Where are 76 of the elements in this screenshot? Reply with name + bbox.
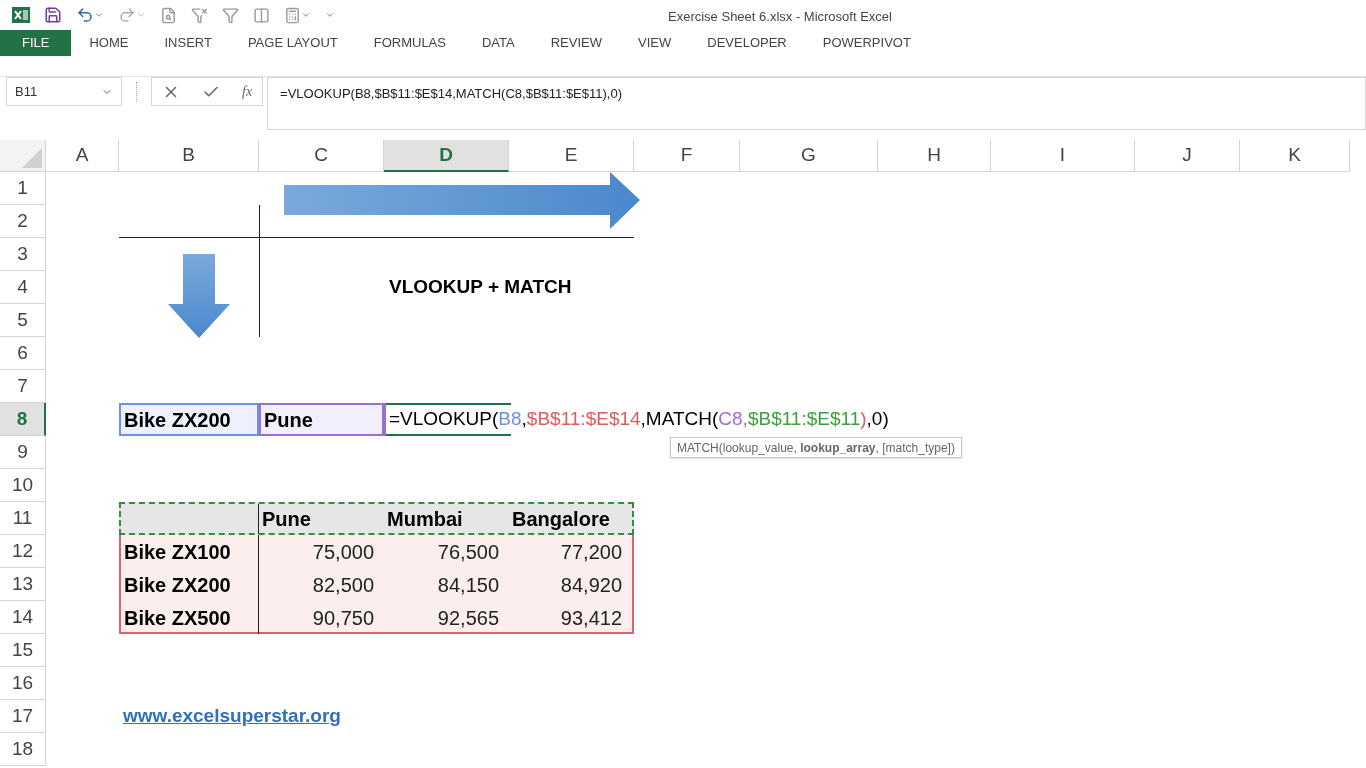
print-preview-icon[interactable] xyxy=(160,6,177,24)
ribbon-tab[interactable]: POWERPIVOT xyxy=(804,30,929,56)
column-header[interactable]: E xyxy=(509,140,634,172)
table-cell-text: 84,920 xyxy=(559,572,623,598)
column-header[interactable]: B xyxy=(119,140,259,172)
row-label: Bike ZX500 xyxy=(121,601,259,634)
row-header[interactable]: 3 xyxy=(0,238,46,271)
row-header[interactable]: 8 xyxy=(0,403,46,436)
row-header[interactable]: 14 xyxy=(0,601,46,634)
website-link[interactable]: www.excelsuperstar.org xyxy=(123,702,341,731)
table-cell[interactable]: Bike ZX200 xyxy=(119,403,259,436)
row-header[interactable]: 10 xyxy=(0,469,46,502)
column-header[interactable]: H xyxy=(878,140,991,172)
redo-icon[interactable] xyxy=(118,6,136,24)
caret-icon[interactable] xyxy=(94,10,104,20)
row-header[interactable]: 18 xyxy=(0,733,46,766)
column-header[interactable]: F xyxy=(634,140,740,172)
insert-function-button[interactable]: fx xyxy=(242,81,253,102)
excel-logo-icon xyxy=(12,6,30,24)
row-header[interactable]: 1 xyxy=(0,172,46,205)
row-label: Bike ZX100 xyxy=(121,535,259,568)
column-header[interactable]: C xyxy=(259,140,384,172)
row-header[interactable]: 2 xyxy=(0,205,46,238)
row-header[interactable]: 6 xyxy=(0,337,46,370)
formula-field[interactable]: =VLOOKUP(B8,$B$11:$E$14,MATCH(C8,$B$11:$E$11),0) xyxy=(267,77,1366,130)
column-header[interactable]: K xyxy=(1240,140,1350,172)
row-header[interactable]: 7 xyxy=(0,370,46,403)
column-heading: Mumbai xyxy=(386,507,464,532)
row-label: Bike ZX200 xyxy=(121,568,259,601)
caret-icon[interactable] xyxy=(301,10,311,20)
row-header[interactable]: 12 xyxy=(0,535,46,568)
table-cell-text: 76,500 xyxy=(436,539,500,565)
table-cell-text: 82,500 xyxy=(311,572,375,598)
filter-icon[interactable] xyxy=(222,6,239,24)
ribbon-tab[interactable]: FORMULAS xyxy=(355,30,464,56)
ribbon-tab[interactable]: HOME xyxy=(71,30,147,56)
ribbon-tab[interactable]: INSERT xyxy=(146,30,230,56)
column-heading: Pune xyxy=(261,507,312,532)
ribbon-tab[interactable]: VIEW xyxy=(620,30,690,56)
table-cell-text: 90,750 xyxy=(311,605,375,631)
table-cell[interactable]: Pune xyxy=(259,403,384,436)
table-cell-text: 93,412 xyxy=(559,605,623,631)
row-header[interactable]: 5 xyxy=(0,304,46,337)
row-header[interactable]: 17 xyxy=(0,700,46,733)
save-icon[interactable] xyxy=(44,6,62,24)
column-heading: Bangalore xyxy=(511,507,611,532)
column-header[interactable]: G xyxy=(740,140,878,172)
calculator-icon[interactable] xyxy=(284,6,301,24)
row-header[interactable]: 16 xyxy=(0,667,46,700)
row-header[interactable]: 15 xyxy=(0,634,46,667)
name-box[interactable]: B11 xyxy=(6,77,122,106)
ribbon-tab[interactable]: DATA xyxy=(463,30,533,56)
column-header[interactable]: I xyxy=(991,140,1135,172)
clear-filter-icon[interactable] xyxy=(191,6,208,24)
table-cell-text: 77,200 xyxy=(559,539,623,565)
customize-toolbar-icon[interactable] xyxy=(325,10,335,20)
function-tooltip: MATCH(lookup_value, lookup_array, [match_type]) xyxy=(670,437,962,458)
row-header[interactable]: 13 xyxy=(0,568,46,601)
row-header[interactable]: 4 xyxy=(0,271,46,304)
column-header[interactable]: D xyxy=(384,140,509,172)
row-header[interactable]: 11 xyxy=(0,502,46,535)
table-cell-text: 84,150 xyxy=(436,572,500,598)
ribbon-tab[interactable]: DEVELOPER xyxy=(689,30,805,56)
column-header[interactable]: J xyxy=(1135,140,1240,172)
ribbon-tab[interactable]: PAGE LAYOUT xyxy=(229,30,356,56)
ribbon-tab[interactable]: REVIEW xyxy=(532,30,620,56)
table-cell-text: 75,000 xyxy=(311,539,375,565)
row-header[interactable]: 9 xyxy=(0,436,46,469)
window-title: Exercise Sheet 6.xlsx - Microsoft Excel xyxy=(668,8,892,26)
caret-icon[interactable] xyxy=(136,10,146,20)
undo-icon[interactable] xyxy=(76,6,94,24)
file-tab[interactable]: FILE xyxy=(0,30,72,56)
sheet-title: VLOOKUP + MATCH xyxy=(388,275,573,300)
columns-icon[interactable] xyxy=(253,6,270,24)
column-header[interactable]: A xyxy=(46,140,119,172)
table-cell-text: 92,565 xyxy=(436,605,500,631)
